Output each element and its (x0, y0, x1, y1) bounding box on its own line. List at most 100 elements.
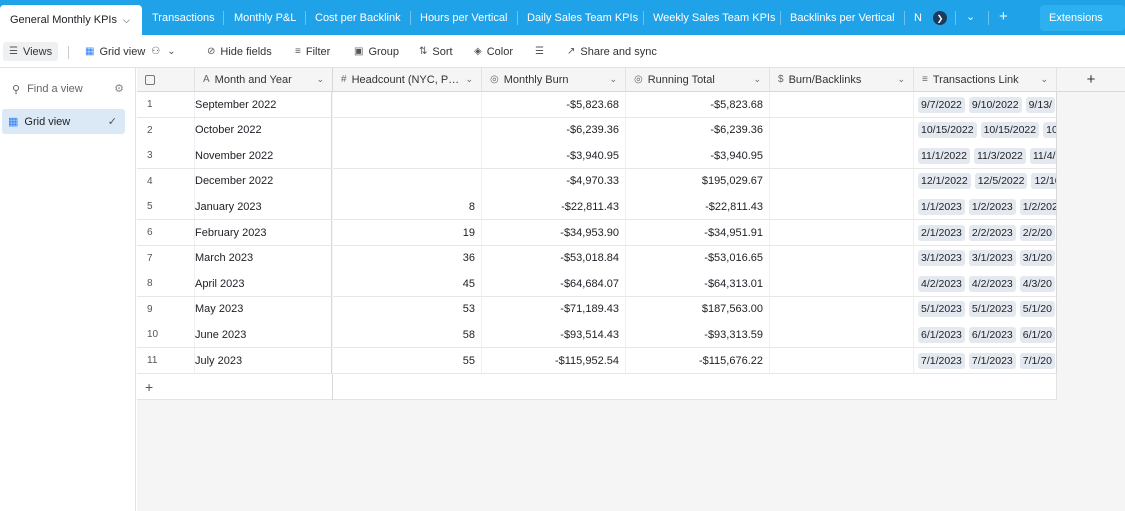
linked-record-chip[interactable]: 11/4/ (1029, 147, 1056, 164)
grid-view-button[interactable]: ▦ Grid view ⚇ ⌄ (85, 43, 181, 60)
linked-record-chip[interactable]: 10/15/2022 (980, 122, 1040, 139)
cell-headcount[interactable] (333, 92, 482, 118)
cell-month[interactable]: September 2022 (195, 92, 332, 118)
cell-transactions-link[interactable]: 5/1/2023 5/1/2023 5/1/20 (914, 296, 1057, 323)
filter-button[interactable]: ≡ Filter (295, 43, 330, 60)
linked-record-chip[interactable]: 3/1/2023 (968, 250, 1016, 267)
cell-headcount[interactable] (333, 168, 482, 195)
linked-record-chip[interactable]: 12/5/2022 (974, 173, 1028, 190)
linked-record-chip[interactable]: 9/13/ (1025, 96, 1055, 113)
cell-monthly-burn[interactable]: -$93,514.43 (482, 322, 626, 349)
cell-transactions-link[interactable]: 2/1/2023 2/2/2023 2/2/20 (914, 220, 1057, 246)
cell-headcount[interactable]: 53 (333, 296, 482, 323)
linked-record-chip[interactable]: 9/10/2022 (968, 96, 1022, 113)
cell-headcount[interactable]: 55 (333, 348, 482, 374)
cell-burn-backlinks[interactable] (770, 271, 914, 298)
table-row[interactable]: 10 June 2023 58 -$93,514.43 -$93,313.59 6/1/2… (137, 322, 1057, 349)
linked-record-chip[interactable]: 5/1/2023 (968, 301, 1016, 318)
linked-record-chip[interactable]: 6/1/20 (1019, 326, 1055, 343)
chevron-down-icon[interactable]: ⌄ (966, 10, 975, 23)
linked-record-chip[interactable]: 5/1/2023 (918, 301, 965, 318)
cell-monthly-burn[interactable]: -$71,189.43 (482, 296, 626, 323)
tab-transactions[interactable]: Transactions (152, 5, 215, 31)
row-height-button[interactable]: ☰ (535, 43, 549, 60)
cell-headcount[interactable] (333, 117, 482, 144)
column-header-transactions-link[interactable]: ≡ Transactions Link ⌄ (914, 68, 1057, 92)
cell-burn-backlinks[interactable] (770, 92, 914, 118)
linked-record-chip[interactable]: 6/1/2023 (968, 326, 1016, 343)
linked-record-chip[interactable]: 10/15/2022 (918, 122, 977, 139)
cell-month[interactable]: October 2022 (195, 117, 332, 144)
sidebar-item-grid-view[interactable]: ▦ Grid view ✓ (2, 109, 125, 134)
find-view-input[interactable]: ⚲ Find a view ⚙ (12, 81, 124, 97)
cell-burn-backlinks[interactable] (770, 245, 914, 272)
tab-daily-sales-team-kpis[interactable]: Daily Sales Team KPIs (527, 5, 638, 31)
linked-record-chip[interactable]: 4/3/20 (1019, 275, 1055, 292)
cell-running-total[interactable]: $195,029.67 (626, 168, 770, 195)
linked-record-chip[interactable]: 2/2/20 (1019, 224, 1055, 241)
gear-icon[interactable]: ⚙ (114, 82, 124, 95)
tab-monthly-pl[interactable]: Monthly P&L (234, 5, 296, 31)
select-all-header[interactable] (137, 68, 195, 92)
cell-running-total[interactable]: -$115,676.22 (626, 348, 770, 374)
cell-monthly-burn[interactable]: -$5,823.68 (482, 92, 626, 118)
cell-monthly-burn[interactable]: -$64,684.07 (482, 271, 626, 298)
cell-transactions-link[interactable]: 4/2/2023 4/2/2023 4/3/20 (914, 271, 1057, 298)
table-row[interactable]: 2 October 2022 -$6,239.36 -$6,239.36 10/15/2… (137, 117, 1057, 144)
linked-record-chip[interactable]: 3/1/2023 (918, 250, 965, 267)
cell-transactions-link[interactable]: 6/1/2023 6/1/2023 6/1/20 (914, 322, 1057, 349)
linked-record-chip[interactable]: 1/2/202 (1019, 198, 1056, 215)
cell-transactions-link[interactable]: 11/1/2022 11/3/2022 11/4/ (914, 143, 1057, 170)
tab-general-monthly-kpis[interactable]: General Monthly KPIs ⌵ (0, 5, 142, 35)
chevron-down-icon[interactable]: ⌵ (123, 15, 130, 26)
linked-record-chip[interactable]: 1/1/2023 (918, 198, 965, 215)
linked-record-chip[interactable]: 1/2/2023 (968, 198, 1016, 215)
column-header-monthly-burn[interactable]: ◎ Monthly Burn ⌄ (482, 68, 626, 92)
chevron-down-icon[interactable]: ⌄ (897, 74, 905, 85)
cell-running-total[interactable]: -$5,823.68 (626, 92, 770, 118)
cell-month[interactable]: December 2022 (195, 168, 332, 195)
table-row[interactable]: 3 November 2022 -$3,940.95 -$3,940.95 11/1/2… (137, 143, 1057, 170)
linked-record-chip[interactable]: 2/2/2023 (968, 224, 1016, 241)
chevron-down-icon[interactable]: ⌄ (1040, 74, 1048, 85)
share-and-sync-button[interactable]: ↗ Share and sync (567, 43, 657, 60)
cell-burn-backlinks[interactable] (770, 296, 914, 323)
chevron-down-icon[interactable]: ⌄ (609, 74, 617, 85)
linked-record-chip[interactable]: 10 (1043, 122, 1056, 139)
table-row[interactable]: 8 April 2023 45 -$64,684.07 -$64,313.01 4/2/2… (137, 271, 1057, 298)
cell-headcount[interactable] (333, 143, 482, 170)
table-row[interactable]: 9 May 2023 53 -$71,189.43 $187,563.00 5/1/202… (137, 296, 1057, 323)
cell-transactions-link[interactable]: 7/1/2023 7/1/2023 7/1/20 (914, 348, 1057, 374)
cell-monthly-burn[interactable]: -$53,018.84 (482, 245, 626, 272)
more-tabs-icon[interactable]: ❯ (933, 11, 947, 25)
linked-record-chip[interactable]: 5/1/20 (1019, 301, 1055, 318)
table-row[interactable]: 1 September 2022 -$5,823.68 -$5,823.68 9/7/2… (137, 92, 1057, 118)
cell-running-total[interactable]: -$64,313.01 (626, 271, 770, 298)
cell-burn-backlinks[interactable] (770, 220, 914, 246)
table-row[interactable]: 7 March 2023 36 -$53,018.84 -$53,016.65 3/1/2… (137, 245, 1057, 272)
add-record-button[interactable]: + (137, 374, 333, 400)
cell-running-total[interactable]: -$22,811.43 (626, 194, 770, 221)
column-header-month[interactable]: A Month and Year ⌄ (195, 68, 333, 92)
cell-monthly-burn[interactable]: -$115,952.54 (482, 348, 626, 374)
linked-record-chip[interactable]: 12/10 (1031, 173, 1056, 190)
cell-burn-backlinks[interactable] (770, 322, 914, 349)
linked-record-chip[interactable]: 4/2/2023 (968, 275, 1016, 292)
linked-record-chip[interactable]: 12/1/2022 (918, 173, 971, 190)
cell-month[interactable]: April 2023 (195, 271, 332, 298)
linked-record-chip[interactable]: 9/7/2022 (918, 96, 965, 113)
cell-transactions-link[interactable]: 1/1/2023 1/2/2023 1/2/202 (914, 194, 1057, 221)
linked-record-chip[interactable]: 7/1/2023 (968, 352, 1016, 369)
linked-record-chip[interactable]: 3/1/20 (1019, 250, 1055, 267)
cell-running-total[interactable]: -$6,239.36 (626, 117, 770, 144)
column-header-running-total[interactable]: ◎ Running Total ⌄ (626, 68, 770, 92)
chevron-down-icon[interactable]: ⌄ (753, 74, 761, 85)
column-header-headcount[interactable]: # Headcount (NYC, P… ⌄ (333, 68, 482, 92)
cell-burn-backlinks[interactable] (770, 143, 914, 170)
tab-weekly-sales-team-kpis[interactable]: Weekly Sales Team KPIs (653, 5, 775, 31)
cell-transactions-link[interactable]: 9/7/2022 9/10/2022 9/13/ (914, 92, 1057, 118)
column-header-burn-backlinks[interactable]: $ Burn/Backlinks ⌄ (770, 68, 914, 92)
views-button[interactable]: ☰ Views (3, 42, 59, 61)
table-row[interactable]: 11 July 2023 55 -$115,952.54 -$115,676.22 7/1… (137, 348, 1057, 374)
cell-headcount[interactable]: 58 (333, 322, 482, 349)
